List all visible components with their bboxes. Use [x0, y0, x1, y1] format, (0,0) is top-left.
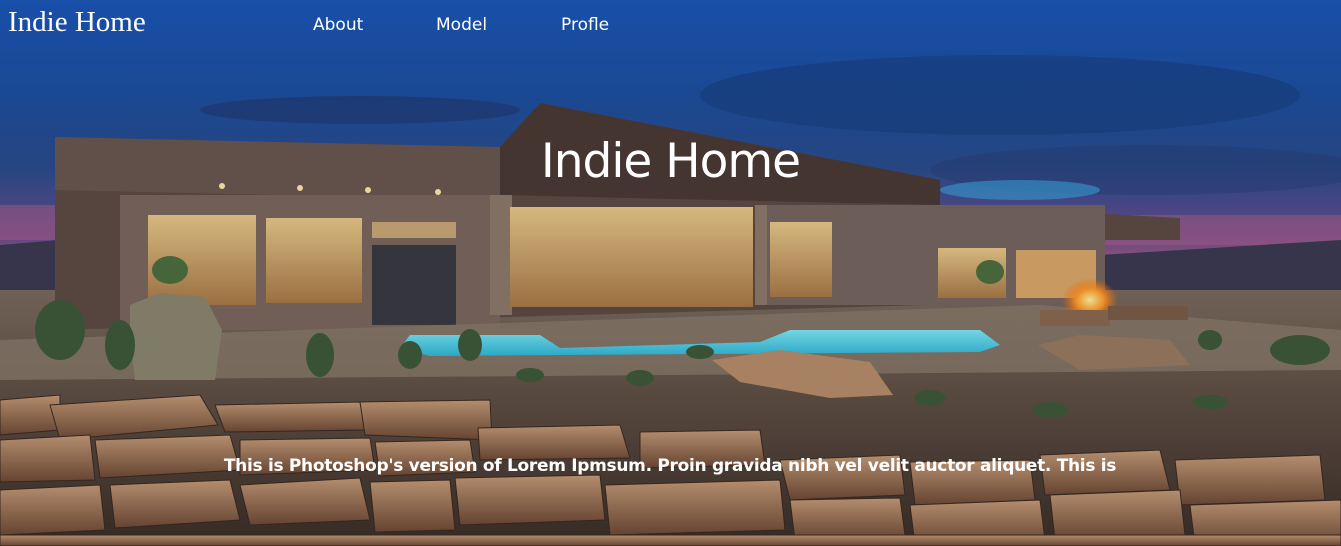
brand-logo[interactable]: Indie Home [8, 4, 146, 40]
nav-link-profile[interactable]: Profle [561, 13, 609, 37]
hero-title: Indie Home [540, 134, 801, 189]
hero-description: This is Photoshop's version of Lorem Ipm… [223, 456, 1117, 476]
nav-link-about[interactable]: About [313, 13, 363, 37]
hero-section: Indie Home About Model Profle Indie Home… [0, 0, 1341, 546]
nav-link-model[interactable]: Model [436, 13, 487, 37]
